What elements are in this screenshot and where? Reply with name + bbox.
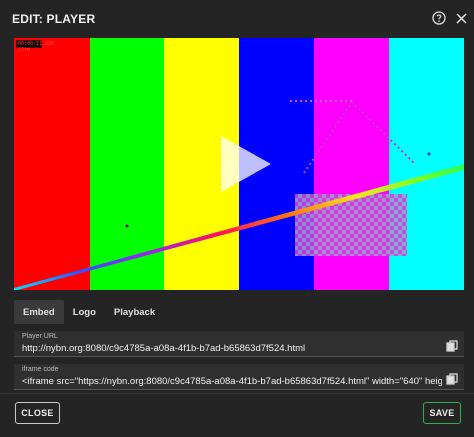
player-url-field[interactable]: Player URL http://nybn.org:8080/c9c4785a… (14, 331, 464, 357)
player-url-value[interactable]: http://nybn.org:8080/c9c4785a-a08a-4f1b-… (22, 343, 442, 354)
dotted-roof (303, 100, 415, 174)
player-url-label: Player URL (22, 333, 58, 340)
dialog-title: EDIT: PLAYER (12, 12, 96, 26)
footer-divider (0, 393, 474, 394)
copy-icon[interactable] (446, 339, 458, 352)
timestamp-readout: 00:00:11.888 22tm (16, 40, 55, 53)
video-preview[interactable]: 00:00:11.888 22tm (14, 38, 464, 290)
copy-icon[interactable] (446, 372, 458, 385)
close-icon[interactable] (453, 10, 469, 26)
close-button[interactable]: CLOSE (15, 402, 60, 424)
settings-tabs: Embed Logo Playback (14, 300, 164, 324)
marker-dot (125, 224, 129, 228)
tab-playback[interactable]: Playback (105, 300, 164, 324)
edit-player-dialog: EDIT: PLAYER 00:00:11.888 22tm Embed Log… (0, 0, 474, 437)
tab-embed[interactable]: Embed (14, 300, 64, 324)
help-circle-icon[interactable] (431, 10, 447, 26)
iframe-code-value[interactable]: <iframe src="https://nybn.org:8080/c9c47… (22, 376, 442, 387)
tab-logo[interactable]: Logo (64, 300, 105, 324)
play-icon[interactable] (219, 134, 271, 194)
iframe-code-field[interactable]: iframe code <iframe src="https://nybn.or… (14, 364, 464, 390)
dialog-titlebar: EDIT: PLAYER (0, 0, 474, 38)
save-button[interactable]: SAVE (423, 402, 461, 424)
marker-dot (427, 152, 431, 156)
iframe-code-label: iframe code (22, 366, 59, 373)
checker-block (295, 194, 407, 256)
